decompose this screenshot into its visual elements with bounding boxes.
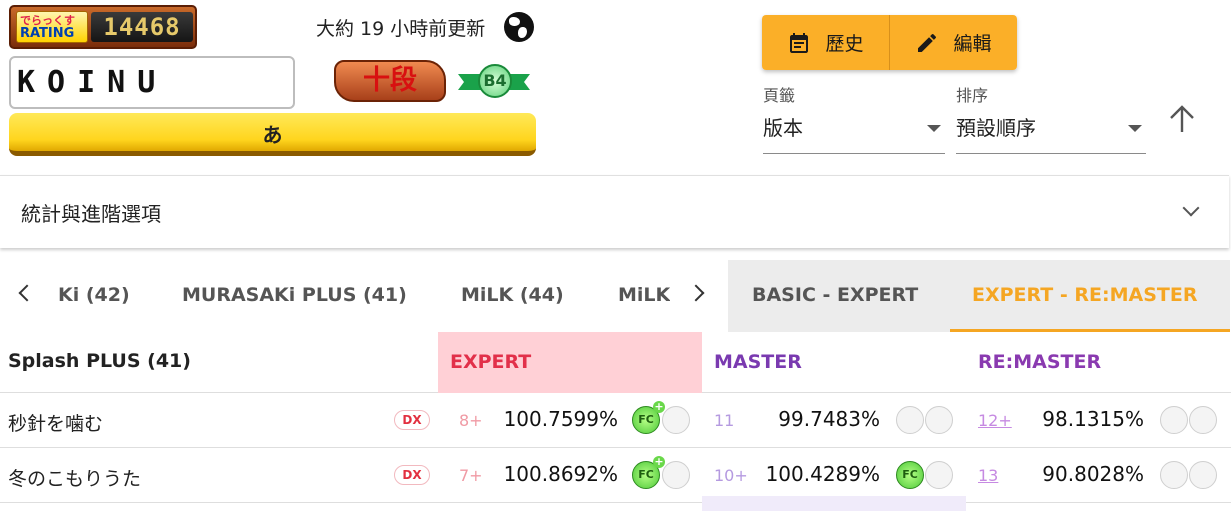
expert-score: 100.7599% <box>503 407 618 431</box>
chevron-left-icon[interactable] <box>18 284 36 302</box>
name-plate-bar: あ <box>9 113 536 156</box>
chevron-right-icon[interactable] <box>687 284 705 302</box>
sort-select-dropdown-icon <box>1128 125 1142 132</box>
empty-sync-icon <box>925 406 953 434</box>
pencil-icon <box>918 33 937 52</box>
history-button[interactable]: 歷史 <box>762 15 889 70</box>
column-header-master: MASTER <box>714 351 802 373</box>
tab-version-milk-plus[interactable]: MiLK <box>618 284 670 306</box>
song-title: 秒針を噛む <box>8 413 104 435</box>
name-plate-text: あ <box>262 123 283 147</box>
empty-combo-icon <box>1160 406 1188 434</box>
empty-sync-icon <box>662 406 690 434</box>
master-score: 100.4289% <box>765 462 880 486</box>
rating-badge: でらっくす RATING 14468 <box>9 5 197 49</box>
class-rank-label: B4 <box>478 64 512 98</box>
sort-select-label: 排序 <box>956 86 989 105</box>
rating-label: でらっくす RATING <box>16 11 88 43</box>
sort-direction-arrow-up-icon[interactable] <box>1166 104 1198 134</box>
empty-sync-icon <box>925 461 953 489</box>
tab-expert-remaster[interactable]: EXPERT - RE:MASTER <box>972 284 1197 306</box>
expert-score: 100.8692% <box>503 462 618 486</box>
sort-select-value: 預設順序 <box>956 116 1036 140</box>
tab-version-ki[interactable]: Ki (42) <box>58 284 130 306</box>
dan-badge: 十段 <box>334 60 446 102</box>
score-table: Splash PLUS (41) EXPERT MASTER RE:MASTER… <box>0 332 1231 503</box>
chevron-down-icon[interactable] <box>1182 199 1200 217</box>
plus-icon: + <box>653 400 665 413</box>
table-row[interactable]: 秒針を噛む DX 8+ 100.7599% FC + 11 99.7483% 12… <box>0 393 1231 448</box>
dx-type-badge: DX <box>394 410 430 430</box>
full-combo-icon: FC <box>896 461 924 489</box>
tab-basic-expert[interactable]: BASIC - EXPERT <box>752 284 918 306</box>
column-header-expert: EXPERT <box>438 332 702 393</box>
master-column-tint <box>702 496 966 511</box>
plus-icon: + <box>653 455 665 468</box>
full-combo-plus-icon: FC + <box>632 456 665 489</box>
table-row[interactable]: 冬のこもりうた DX 7+ 100.8692% FC + 10+ 100.4289… <box>0 448 1231 503</box>
remaster-score: 98.1315% <box>1042 407 1144 431</box>
remaster-level-link[interactable]: 13 <box>978 466 998 485</box>
rating-label-line2: RATING <box>20 26 75 41</box>
tab-version-murasaki-plus[interactable]: MURASAKi PLUS (41) <box>182 284 407 306</box>
globe-icon[interactable] <box>504 12 534 42</box>
expert-level: 7+ <box>459 466 483 485</box>
edit-button[interactable]: 編輯 <box>889 15 1017 70</box>
action-button-group: 歷史 編輯 <box>762 15 1017 70</box>
master-level: 11 <box>714 411 735 430</box>
rating-value: 14468 <box>91 12 193 42</box>
version-group-title: Splash PLUS (41) <box>8 350 191 372</box>
remaster-score: 90.8028% <box>1042 462 1144 486</box>
dx-type-badge: DX <box>394 465 430 485</box>
empty-sync-icon <box>1189 406 1217 434</box>
master-level: 10+ <box>714 466 748 485</box>
empty-combo-icon <box>1160 461 1188 489</box>
page-select-value: 版本 <box>763 116 803 140</box>
page-select[interactable]: 版本 <box>763 112 945 154</box>
song-title: 冬のこもりうた <box>8 468 142 490</box>
remaster-level-link[interactable]: 12+ <box>978 411 1012 430</box>
update-time: 大約 19 小時前更新 <box>316 18 486 40</box>
sort-select[interactable]: 預設順序 <box>956 112 1146 154</box>
tab-version-milk[interactable]: MiLK (44) <box>461 284 564 306</box>
version-tab-bar: Ki (42) MURASAKi PLUS (41) MiLK (44) MiL… <box>0 262 727 332</box>
edit-label: 編輯 <box>953 33 992 55</box>
empty-sync-icon <box>1189 461 1217 489</box>
panel-title: 統計與進階選項 <box>21 202 161 226</box>
empty-sync-icon <box>662 461 690 489</box>
column-header-remaster: RE:MASTER <box>978 351 1102 373</box>
version-tab-scroller: Ki (42) MURASAKi PLUS (41) MiLK (44) MiL… <box>40 262 670 332</box>
expert-level: 8+ <box>459 411 483 430</box>
calendar-icon <box>790 32 809 53</box>
page-select-dropdown-icon <box>927 125 941 132</box>
stats-advanced-options-panel[interactable]: 統計與進階選項 <box>0 175 1229 248</box>
empty-combo-icon <box>896 406 924 434</box>
table-header-row: Splash PLUS (41) EXPERT MASTER RE:MASTER <box>0 332 1231 393</box>
master-score: 99.7483% <box>778 407 880 431</box>
player-name: KOINU <box>9 56 295 109</box>
difficulty-tab-bar: BASIC - EXPERT EXPERT - RE:MASTER <box>728 260 1230 332</box>
class-rank-badge: B4 <box>458 64 530 100</box>
page-select-label: 頁籤 <box>763 86 796 105</box>
history-label: 歷史 <box>825 33 864 55</box>
full-combo-plus-icon: FC + <box>632 401 665 434</box>
